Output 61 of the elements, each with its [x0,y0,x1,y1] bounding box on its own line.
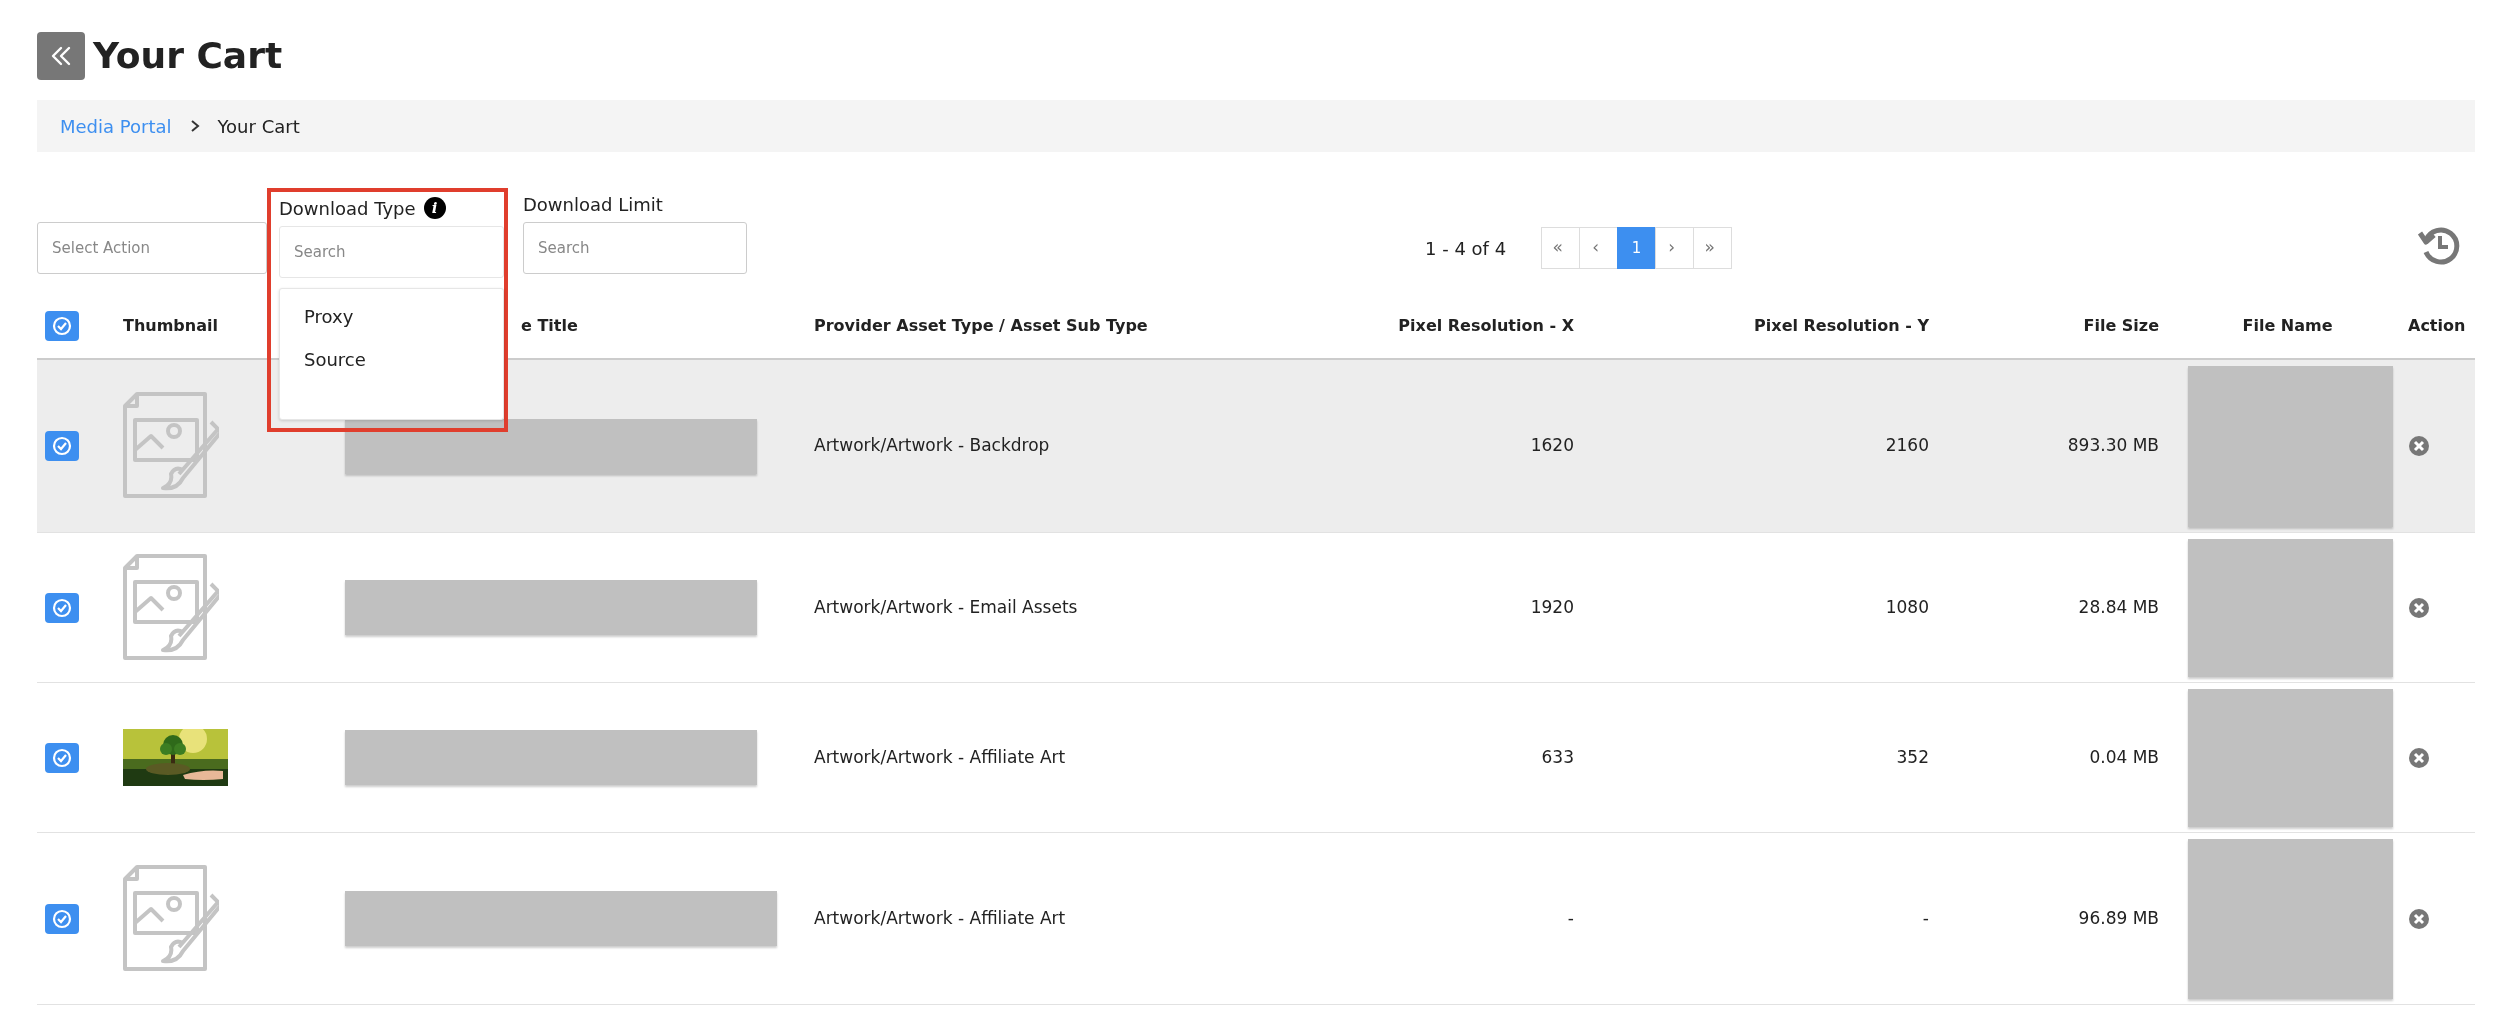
page-title: Your Cart [93,34,283,78]
page-nav-button[interactable]: « [1541,227,1581,269]
remove-icon[interactable] [2408,435,2430,457]
double-chevron-icon [50,45,72,67]
table-cell-text: 352 [1896,745,1929,769]
image-file-icon [123,392,219,500]
remove-icon[interactable] [2408,746,2430,769]
table-cell-text: Artwork/Artwork - Affiliate Art [814,906,1066,930]
table-row[interactable]: Artwork/Artwork - Affiliate Art 633 352 0.04 MB [37,683,2475,833]
dropdown-option[interactable]: Proxy [280,295,503,338]
checkbox[interactable] [45,431,79,461]
image-file-icon [123,864,219,973]
table-cell-text: 633 [1541,745,1574,769]
page-nav-button[interactable]: » [1693,227,1733,269]
checkbox[interactable] [45,903,79,934]
remove-icon[interactable] [2408,907,2430,930]
table-cell-text: 893.30 MB [2067,434,2159,458]
column-header: Provider Asset Type / Asset Sub Type [814,315,1148,337]
back-button[interactable] [37,32,85,80]
select-action-field[interactable]: Select Action [37,222,267,274]
info-icon[interactable]: i [423,197,446,219]
checkbox[interactable] [45,311,79,341]
check-icon [52,908,72,929]
column-header: Pixel Resolution - X [1398,315,1574,337]
check-icon [52,747,72,768]
table-cell-text: 1920 [1530,595,1574,619]
table-cell-text: 28.84 MB [2078,595,2159,619]
column-header: File Size [2083,315,2159,337]
column-header: Thumbnail [123,315,218,337]
table-row[interactable]: Artwork/Artwork - Affiliate Art - - 96.89 MB [37,833,2475,1005]
chevron-icon [189,119,200,133]
column-header: File Name [2242,315,2333,337]
column-header: Action [2408,315,2466,337]
table-cell-text: 2160 [1885,434,1929,458]
field-label: Download Limit [523,192,664,216]
column-header: Pixel Resolution - Y [1754,315,1929,337]
image-file-icon [123,553,219,662]
check-icon [52,597,72,618]
table-cell-text: 96.89 MB [2078,906,2159,930]
table-cell-text: Artwork/Artwork - Email Assets [814,595,1078,619]
remove-icon[interactable] [2408,596,2430,619]
page-nav-button[interactable]: ‹ [1579,227,1619,269]
table-cell-text: 1080 [1885,595,1929,619]
table-cell-text: 0.04 MB [2089,745,2159,769]
download-type-field[interactable]: Search [279,226,504,278]
breadcrumb-current: Your Cart [217,114,300,139]
table-cell-text: 1620 [1530,434,1574,458]
check-icon [52,316,72,336]
check-icon [52,436,72,456]
table-cell-text: Artwork/Artwork - Backdrop [814,434,1050,458]
table-cell-text: - [1567,906,1574,930]
page-nav-button[interactable]: › [1655,227,1695,269]
checkbox[interactable] [45,592,79,623]
pagination-summary: 1 - 4 of 4 [1425,236,1507,261]
field-label: Download Type [279,196,416,221]
checkbox[interactable] [45,742,79,773]
table-cell-text: - [1922,906,1929,930]
download-limit-field[interactable]: Search [523,222,747,274]
table-row[interactable]: Artwork/Artwork - Email Assets 1920 1080 28.84 MB [37,533,2475,683]
table-cell-text: Artwork/Artwork - Affiliate Art [814,745,1066,769]
column-header: e Title [521,315,578,337]
